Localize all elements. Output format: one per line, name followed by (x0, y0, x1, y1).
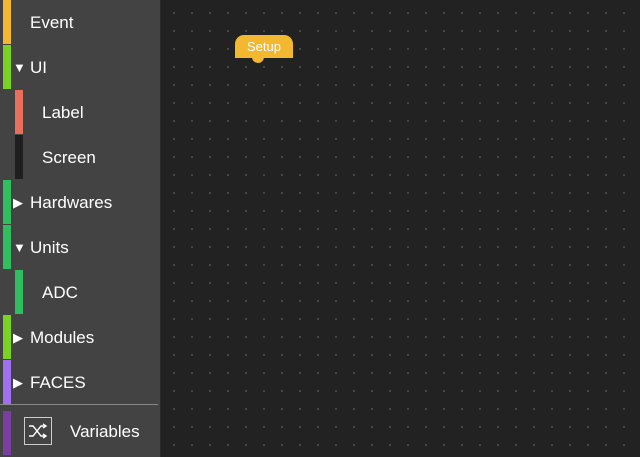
category-label: Modules (30, 327, 95, 347)
sidebar-divider (0, 404, 158, 405)
category-event[interactable]: Event (0, 0, 160, 45)
category-label: Hardwares (30, 192, 113, 212)
category-color-bar (15, 270, 23, 314)
category-label: Variables (70, 422, 140, 441)
category-label: ADC (42, 282, 78, 302)
expand-arrow-right-icon[interactable]: ▶ (13, 375, 23, 391)
category-color-bar (15, 90, 23, 134)
expand-arrow-right-icon[interactable]: ▶ (13, 195, 23, 211)
expand-arrow-down-icon[interactable]: ▼ (13, 240, 26, 255)
category-color-bar (15, 135, 23, 179)
category-hardwares[interactable]: ▶ Hardwares (0, 180, 160, 225)
app: Event ▼ UI Label Screen ▶ Hardwares ▼ Un… (0, 0, 640, 457)
category-color-bar (3, 45, 11, 89)
category-color-bar (3, 411, 11, 455)
subcategory-screen[interactable]: Screen (0, 135, 160, 180)
category-modules[interactable]: ▶ Modules (0, 315, 160, 360)
category-label: UI (30, 57, 47, 77)
category-color-bar (3, 180, 11, 224)
shuffle-icon (24, 417, 52, 445)
subcategory-label[interactable]: Label (0, 90, 160, 135)
category-label: Label (42, 102, 84, 122)
category-color-bar (3, 225, 11, 269)
block-label: Setup (247, 39, 281, 54)
category-ui[interactable]: ▼ UI (0, 45, 160, 90)
category-label: Units (30, 237, 69, 257)
block-workspace[interactable] (161, 0, 640, 457)
category-color-bar (3, 360, 11, 404)
category-color-bar (3, 315, 11, 359)
toolbox-sidebar: Event ▼ UI Label Screen ▶ Hardwares ▼ Un… (0, 0, 161, 457)
category-label: Event (30, 12, 74, 32)
category-units[interactable]: ▼ Units (0, 225, 160, 270)
category-faces[interactable]: ▶ FACES (0, 360, 160, 405)
expand-arrow-right-icon[interactable]: ▶ (13, 330, 23, 346)
expand-arrow-down-icon[interactable]: ▼ (13, 60, 26, 75)
category-color-bar (3, 0, 11, 44)
subcategory-adc[interactable]: ADC (0, 270, 160, 315)
category-label: FACES (30, 372, 86, 392)
category-label: Screen (42, 147, 96, 167)
category-variables[interactable]: Variables (0, 407, 160, 457)
setup-block[interactable]: Setup (235, 35, 293, 58)
